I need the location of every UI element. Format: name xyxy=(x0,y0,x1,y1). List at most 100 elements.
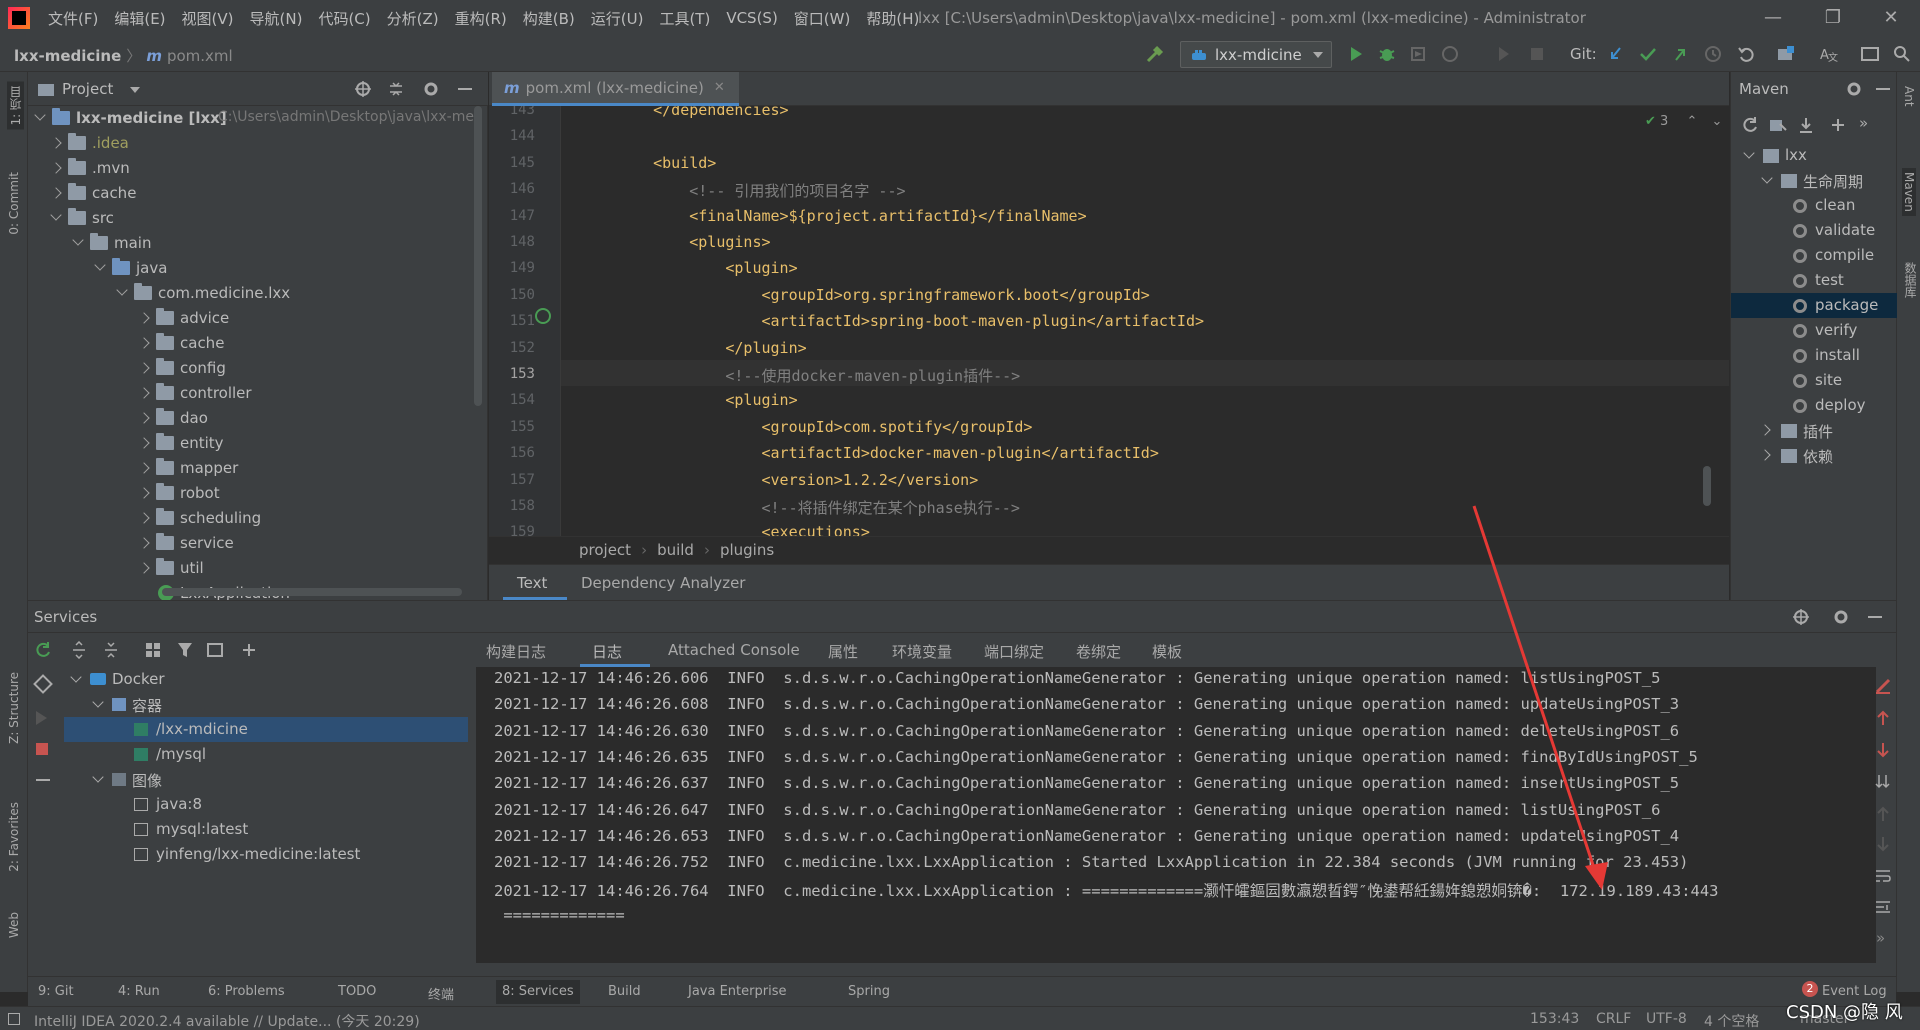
code-editor[interactable]: 143 144 145 146 147 148 149 150 151 152 153 154 155 1… xyxy=(489,106,1729,536)
tree-item-mvn[interactable]: .mvn xyxy=(28,156,468,181)
menu-edit[interactable]: 编辑(E) xyxy=(106,8,173,29)
hide-panel-icon[interactable] xyxy=(1868,616,1882,618)
close-window-button[interactable]: ✕ xyxy=(1876,4,1906,32)
tree-item-robot[interactable]: robot xyxy=(28,481,468,506)
tab-log[interactable]: 日志 xyxy=(592,641,622,662)
subtab-dependency-analyzer[interactable]: Dependency Analyzer xyxy=(581,574,745,592)
container-lxx-mdicine[interactable]: /lxx-mdicine xyxy=(64,717,468,742)
menu-code[interactable]: 代码(C) xyxy=(310,8,378,29)
menu-analyze[interactable]: 分析(Z) xyxy=(379,8,447,29)
stripe-maven-button[interactable]: Maven xyxy=(1902,168,1916,216)
breadcrumb-xml-plugins[interactable]: plugins xyxy=(720,541,774,559)
tab-environment[interactable]: 环境变量 xyxy=(892,641,952,662)
refresh-icon[interactable] xyxy=(34,641,52,659)
tree-item-cache-pkg[interactable]: cache xyxy=(28,331,468,356)
breadcrumb-xml-build[interactable]: build xyxy=(657,541,694,559)
menu-file[interactable]: 文件(F) xyxy=(40,8,106,29)
editor-scrollbar[interactable] xyxy=(1703,466,1711,506)
minimize-button[interactable]: — xyxy=(1758,4,1788,32)
tree-item-entity[interactable]: entity xyxy=(28,431,468,456)
previous-occurrence-icon[interactable] xyxy=(1874,805,1892,823)
run-dashboard-icon[interactable] xyxy=(1494,44,1514,64)
stop-container-icon[interactable] xyxy=(36,743,48,755)
maven-goal-package[interactable]: package xyxy=(1731,293,1897,318)
stripe-structure-button[interactable]: Z: Structure xyxy=(7,672,21,744)
new-tab-icon[interactable] xyxy=(206,641,224,659)
chevron-down-icon[interactable] xyxy=(130,87,140,93)
menu-view[interactable]: 视图(V) xyxy=(174,8,242,29)
tree-item-service[interactable]: service xyxy=(28,531,468,556)
expand-all-icon[interactable] xyxy=(70,641,88,659)
subtab-text[interactable]: Text xyxy=(517,574,547,592)
gear-icon[interactable] xyxy=(422,80,440,98)
scroll-to-end-icon[interactable] xyxy=(1874,773,1892,791)
locate-icon[interactable] xyxy=(1792,608,1810,626)
download-icon[interactable] xyxy=(1797,116,1815,134)
stop-icon[interactable] xyxy=(1527,44,1547,64)
remove-icon[interactable] xyxy=(36,779,50,781)
collapse-all-icon[interactable] xyxy=(387,80,405,98)
tab-template[interactable]: 模板 xyxy=(1152,641,1182,662)
run-icon[interactable] xyxy=(1346,44,1366,64)
menu-navigate[interactable]: 导航(N) xyxy=(242,8,311,29)
toolwin-problems[interactable]: 6: Problems xyxy=(208,984,285,999)
image-lxx-medicine[interactable]: yinfeng/lxx-medicine:latest xyxy=(64,842,468,867)
rollback-icon[interactable] xyxy=(1736,44,1756,64)
gear-icon[interactable] xyxy=(1845,80,1863,98)
maven-goal-test[interactable]: test xyxy=(1731,268,1897,293)
edit-icon[interactable] xyxy=(33,674,53,694)
clear-all-icon[interactable] xyxy=(1874,677,1892,695)
maven-goal-site[interactable]: site xyxy=(1731,368,1897,393)
tab-build-log[interactable]: 构建日志 xyxy=(486,641,546,662)
arrow-down-icon[interactable] xyxy=(1874,741,1892,759)
containers-node[interactable]: 容器 xyxy=(64,692,468,717)
locate-icon[interactable] xyxy=(354,80,372,98)
indent-setting[interactable]: 4 个空格 xyxy=(1704,1011,1759,1030)
tree-item-main[interactable]: main xyxy=(28,231,468,256)
tree-item-idea[interactable]: .idea xyxy=(28,131,468,156)
menu-tools[interactable]: 工具(T) xyxy=(651,8,718,29)
tab-port-bindings[interactable]: 端口绑定 xyxy=(984,641,1044,662)
history-icon[interactable] xyxy=(1703,44,1723,64)
toolwin-build[interactable]: Build xyxy=(608,984,641,999)
search-icon[interactable] xyxy=(1892,44,1912,64)
horizontal-scrollbar[interactable] xyxy=(162,588,462,596)
start-container-icon[interactable] xyxy=(36,711,47,725)
image-mysql-latest[interactable]: mysql:latest xyxy=(64,817,468,842)
breadcrumb-file[interactable]: pom.xml xyxy=(167,47,233,65)
breadcrumb-project[interactable]: lxx-medicine xyxy=(14,47,121,65)
tab-properties[interactable]: 属性 xyxy=(828,641,858,662)
collapse-all-icon[interactable] xyxy=(102,641,120,659)
maven-goal-validate[interactable]: validate xyxy=(1731,218,1897,243)
stripe-project-button[interactable]: 1: 项目 xyxy=(7,82,24,130)
coverage-icon[interactable] xyxy=(1408,44,1428,64)
soft-wrap-icon[interactable] xyxy=(1874,867,1892,885)
group-by-icon[interactable] xyxy=(144,641,162,659)
images-node[interactable]: 图像 xyxy=(64,767,468,792)
tree-item-config[interactable]: config xyxy=(28,356,468,381)
more-icon[interactable]: » xyxy=(1876,929,1885,947)
project-structure-icon[interactable] xyxy=(1776,44,1796,64)
maven-goal-compile[interactable]: compile xyxy=(1731,243,1897,268)
stripe-ant-button[interactable]: Ant xyxy=(1902,86,1916,107)
stripe-database-button[interactable]: 数据库 xyxy=(1902,262,1919,298)
maven-root[interactable]: lxx xyxy=(1731,143,1897,168)
tab-pom-xml[interactable]: m pom.xml (lxx-medicine) ✕ xyxy=(492,72,739,106)
image-java-8[interactable]: java:8 xyxy=(64,792,468,817)
next-occurrence-icon[interactable] xyxy=(1874,835,1892,853)
tree-item-package[interactable]: com.medicine.lxx xyxy=(28,281,468,306)
tree-item-cache[interactable]: cache xyxy=(28,181,468,206)
tree-item-advice[interactable]: advice xyxy=(28,306,468,331)
gear-icon[interactable] xyxy=(1832,608,1850,626)
presentation-mode-icon[interactable] xyxy=(1860,44,1880,64)
close-icon[interactable]: ✕ xyxy=(714,80,725,95)
toolwin-run[interactable]: 4: Run xyxy=(118,984,160,999)
reload-icon[interactable] xyxy=(1741,116,1759,134)
git-update-icon[interactable] xyxy=(1606,44,1626,64)
tree-item-util[interactable]: util xyxy=(28,556,468,581)
vertical-scrollbar[interactable] xyxy=(474,106,482,406)
tree-root[interactable]: lxx-medicine [lxx] C:\Users\admin\Deskto… xyxy=(28,106,474,131)
log-console[interactable]: 2021-12-17 14:46:26.606 INFO s.d.s.w.r.o… xyxy=(476,667,1876,963)
maven-plugins[interactable]: 插件 xyxy=(1731,418,1897,443)
update-message[interactable]: IntelliJ IDEA 2020.2.4 available // Upda… xyxy=(34,1011,420,1030)
